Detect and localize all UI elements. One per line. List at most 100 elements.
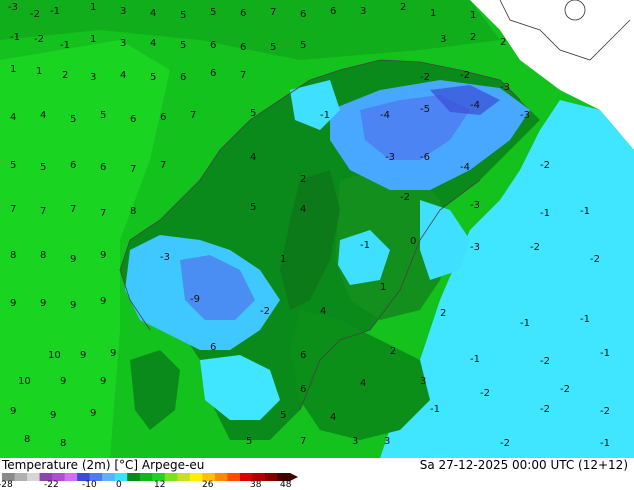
temperature-value: -3: [520, 110, 530, 121]
temperature-value: -3: [470, 200, 480, 211]
temperature-value: 7: [130, 164, 136, 175]
colorscale-segment: [27, 473, 41, 481]
temperature-value: 6: [180, 72, 186, 83]
temperature-value: 6: [240, 8, 246, 19]
temperature-value: 3: [120, 38, 126, 49]
temperature-value: 5: [280, 410, 286, 421]
colorscale-segment: [64, 473, 78, 481]
temperature-value: 4: [40, 110, 46, 121]
temperature-value: -4: [380, 110, 390, 121]
temperature-map: -3 -2 -1 1 3 4 5 5 6 7 6 6 3 2 1 1 -1 -2 -1 1 3 4 5 6 6 5 5 3 2 2 1 1 2 3…: [0, 0, 634, 458]
temperature-value: -1: [50, 6, 60, 17]
temperature-value: 2: [62, 70, 68, 81]
temperature-value: 5: [150, 72, 156, 83]
temperature-value: 9: [50, 410, 56, 421]
temperature-value: 5: [180, 10, 186, 21]
map-datetime: Sa 27-12-2025 00:00 UTC (12+12): [419, 458, 628, 472]
temperature-value: 7: [240, 70, 246, 81]
temperature-value: -2: [480, 388, 490, 399]
temperature-value: 1: [470, 10, 476, 21]
temperature-value: 8: [40, 250, 46, 261]
temperature-value: -2: [540, 160, 550, 171]
temperature-value: 3: [360, 6, 366, 17]
colorscale-tick-label: 12: [154, 480, 166, 490]
temperature-value: -2: [420, 72, 430, 83]
colorscale-segment: [177, 473, 191, 481]
temperature-value: 1: [10, 64, 16, 75]
temperature-value: 6: [210, 342, 216, 353]
temperature-value: 7: [70, 204, 76, 215]
temperature-value: -1: [60, 40, 70, 51]
temperature-value: -3: [385, 152, 395, 163]
temperature-value: 9: [100, 250, 106, 261]
temperature-value: -3: [470, 242, 480, 253]
temperature-value: 6: [130, 114, 136, 125]
temperature-value: 6: [300, 384, 306, 395]
temperature-value: 9: [100, 296, 106, 307]
colorscale-tick-label: 48: [280, 480, 292, 490]
colorscale-tick-label: 26: [202, 480, 214, 490]
temperature-value: -1: [540, 208, 550, 219]
temperature-value: 6: [300, 9, 306, 20]
temperature-value: 2: [500, 37, 506, 48]
temperature-value: -1: [10, 32, 20, 43]
colorscale-segment: [214, 473, 228, 481]
temperature-value: 5: [40, 162, 46, 173]
temperature-value: -9: [190, 294, 200, 305]
temperature-value: 6: [100, 162, 106, 173]
temperature-value: 8: [130, 206, 136, 217]
temperature-value: 6: [70, 160, 76, 171]
temperature-value: 6: [240, 42, 246, 53]
colorscale-tick-label: -28: [0, 480, 13, 490]
temperature-value: 3: [352, 436, 358, 447]
temperature-value: 9: [110, 348, 116, 359]
temperature-value: -2: [560, 384, 570, 395]
temperature-value: 4: [150, 8, 156, 19]
temperature-value: 2: [470, 32, 476, 43]
temperature-value: -3: [8, 2, 18, 13]
temperature-value: 3: [90, 72, 96, 83]
temperature-value: 7: [100, 208, 106, 219]
colorscale-tick-label: -10: [82, 480, 97, 490]
temperature-value: 4: [320, 306, 326, 317]
temperature-value: 1: [90, 2, 96, 13]
temperature-value: 4: [360, 378, 366, 389]
temperature-value: 4: [120, 70, 126, 81]
temperature-value: 3: [440, 34, 446, 45]
temperature-value: 1: [90, 34, 96, 45]
colorscale-segment: [164, 473, 178, 481]
map-canvas: -3 -2 -1 1 3 4 5 5 6 7 6 6 3 2 1 1 -1 -2 -1 1 3 4 5 6 6 5 5 3 2 2 1 1 2 3…: [0, 0, 634, 458]
temperature-value: 5: [10, 160, 16, 171]
temperature-value: 9: [80, 350, 86, 361]
temperature-value: 4: [330, 412, 336, 423]
temperature-value: 9: [90, 408, 96, 419]
temperature-value: -2: [590, 254, 600, 265]
temperature-value: 5: [70, 114, 76, 125]
map-title: Temperature (2m) [°C] Arpege-eu: [2, 458, 205, 472]
colorscale-tick-label: 0: [116, 480, 122, 490]
temperature-value: -5: [420, 104, 430, 115]
temperature-value: 1: [280, 254, 286, 265]
temperature-value: 4: [250, 152, 256, 163]
temperature-value: 10: [18, 376, 31, 387]
temperature-value: 6: [330, 6, 336, 17]
colorscale-tick-label: 38: [250, 480, 262, 490]
temperature-value: 5: [250, 108, 256, 119]
temperature-value: 5: [250, 202, 256, 213]
colorscale-segment: [14, 473, 28, 481]
temperature-value: -4: [470, 100, 480, 111]
temperature-value: -2: [540, 356, 550, 367]
temperature-value: 9: [10, 406, 16, 417]
temperature-value: -2: [260, 306, 270, 317]
colorscale-tick-label: -22: [44, 480, 59, 490]
temperature-value: 9: [70, 300, 76, 311]
temperature-value: 9: [10, 298, 16, 309]
temperature-value: 7: [190, 110, 196, 121]
temperature-value: 1: [430, 8, 436, 19]
temperature-value: 5: [180, 40, 186, 51]
temperature-value: 10: [48, 350, 61, 361]
temperature-value: -1: [430, 404, 440, 415]
temperature-value: 7: [40, 206, 46, 217]
temperature-value: -2: [400, 192, 410, 203]
temperature-value: 9: [40, 298, 46, 309]
